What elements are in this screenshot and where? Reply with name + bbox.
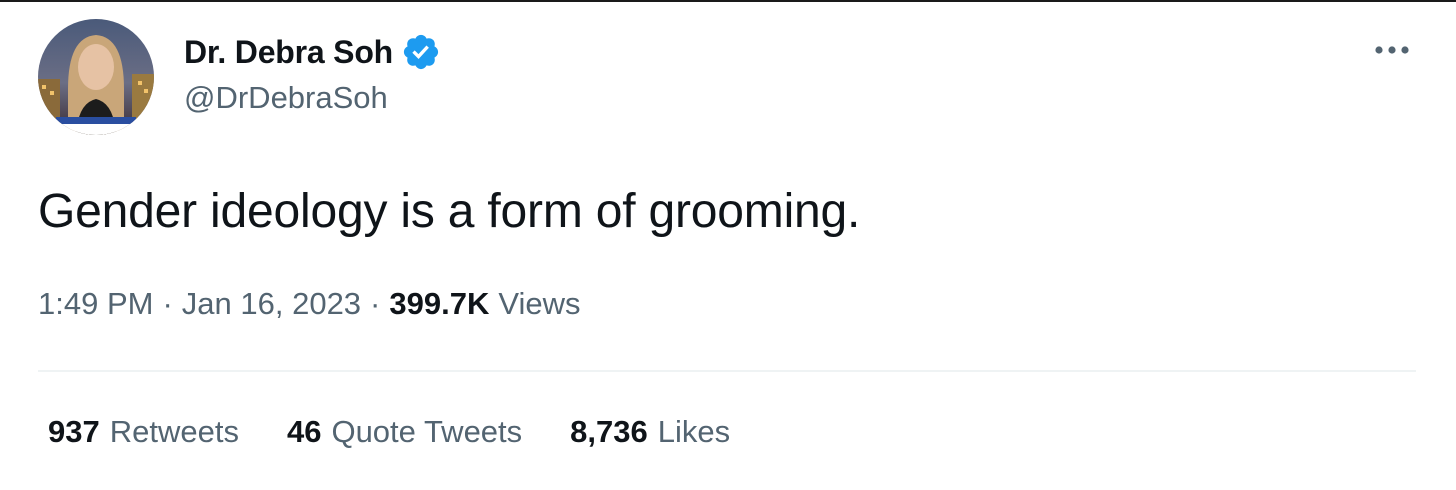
- avatar[interactable]: [38, 19, 154, 135]
- tweet-text: Gender ideology is a form of grooming.: [38, 185, 861, 238]
- retweets-count: 937: [48, 414, 100, 449]
- views-count: 399.7K: [389, 286, 490, 321]
- tweet-card: Dr. Debra Soh @DrDebraSoh Gender ideolog…: [0, 0, 1456, 490]
- retweets-stat[interactable]: 937 Retweets: [48, 414, 239, 450]
- tweet-stats: 937 Retweets 46 Quote Tweets 8,736 Likes: [48, 414, 778, 450]
- likes-stat[interactable]: 8,736 Likes: [570, 414, 730, 450]
- verified-badge-icon: [401, 32, 441, 72]
- views-label: Views: [498, 286, 581, 321]
- author-name-row: Dr. Debra Soh: [184, 30, 441, 74]
- avatar-image: [38, 19, 154, 135]
- author-name[interactable]: Dr. Debra Soh: [184, 34, 393, 71]
- more-options-button[interactable]: [1368, 30, 1416, 70]
- likes-label: Likes: [657, 414, 731, 449]
- tweet-time[interactable]: 1:49 PM: [38, 286, 153, 322]
- retweets-label: Retweets: [109, 414, 239, 449]
- tweet-meta: 1:49 PM · Jan 16, 2023 · 399.7K Views: [38, 286, 580, 322]
- meta-separator: ·: [162, 286, 173, 321]
- quote-tweets-label: Quote Tweets: [331, 414, 523, 449]
- meta-separator: ·: [370, 286, 381, 321]
- likes-count: 8,736: [570, 414, 648, 449]
- divider: [38, 370, 1416, 372]
- quote-tweets-count: 46: [286, 414, 322, 449]
- quote-tweets-stat[interactable]: 46 Quote Tweets: [287, 414, 522, 450]
- more-horizontal-icon: [1375, 46, 1409, 54]
- author-handle[interactable]: @DrDebraSoh: [184, 80, 388, 116]
- tweet-date[interactable]: Jan 16, 2023: [182, 286, 361, 322]
